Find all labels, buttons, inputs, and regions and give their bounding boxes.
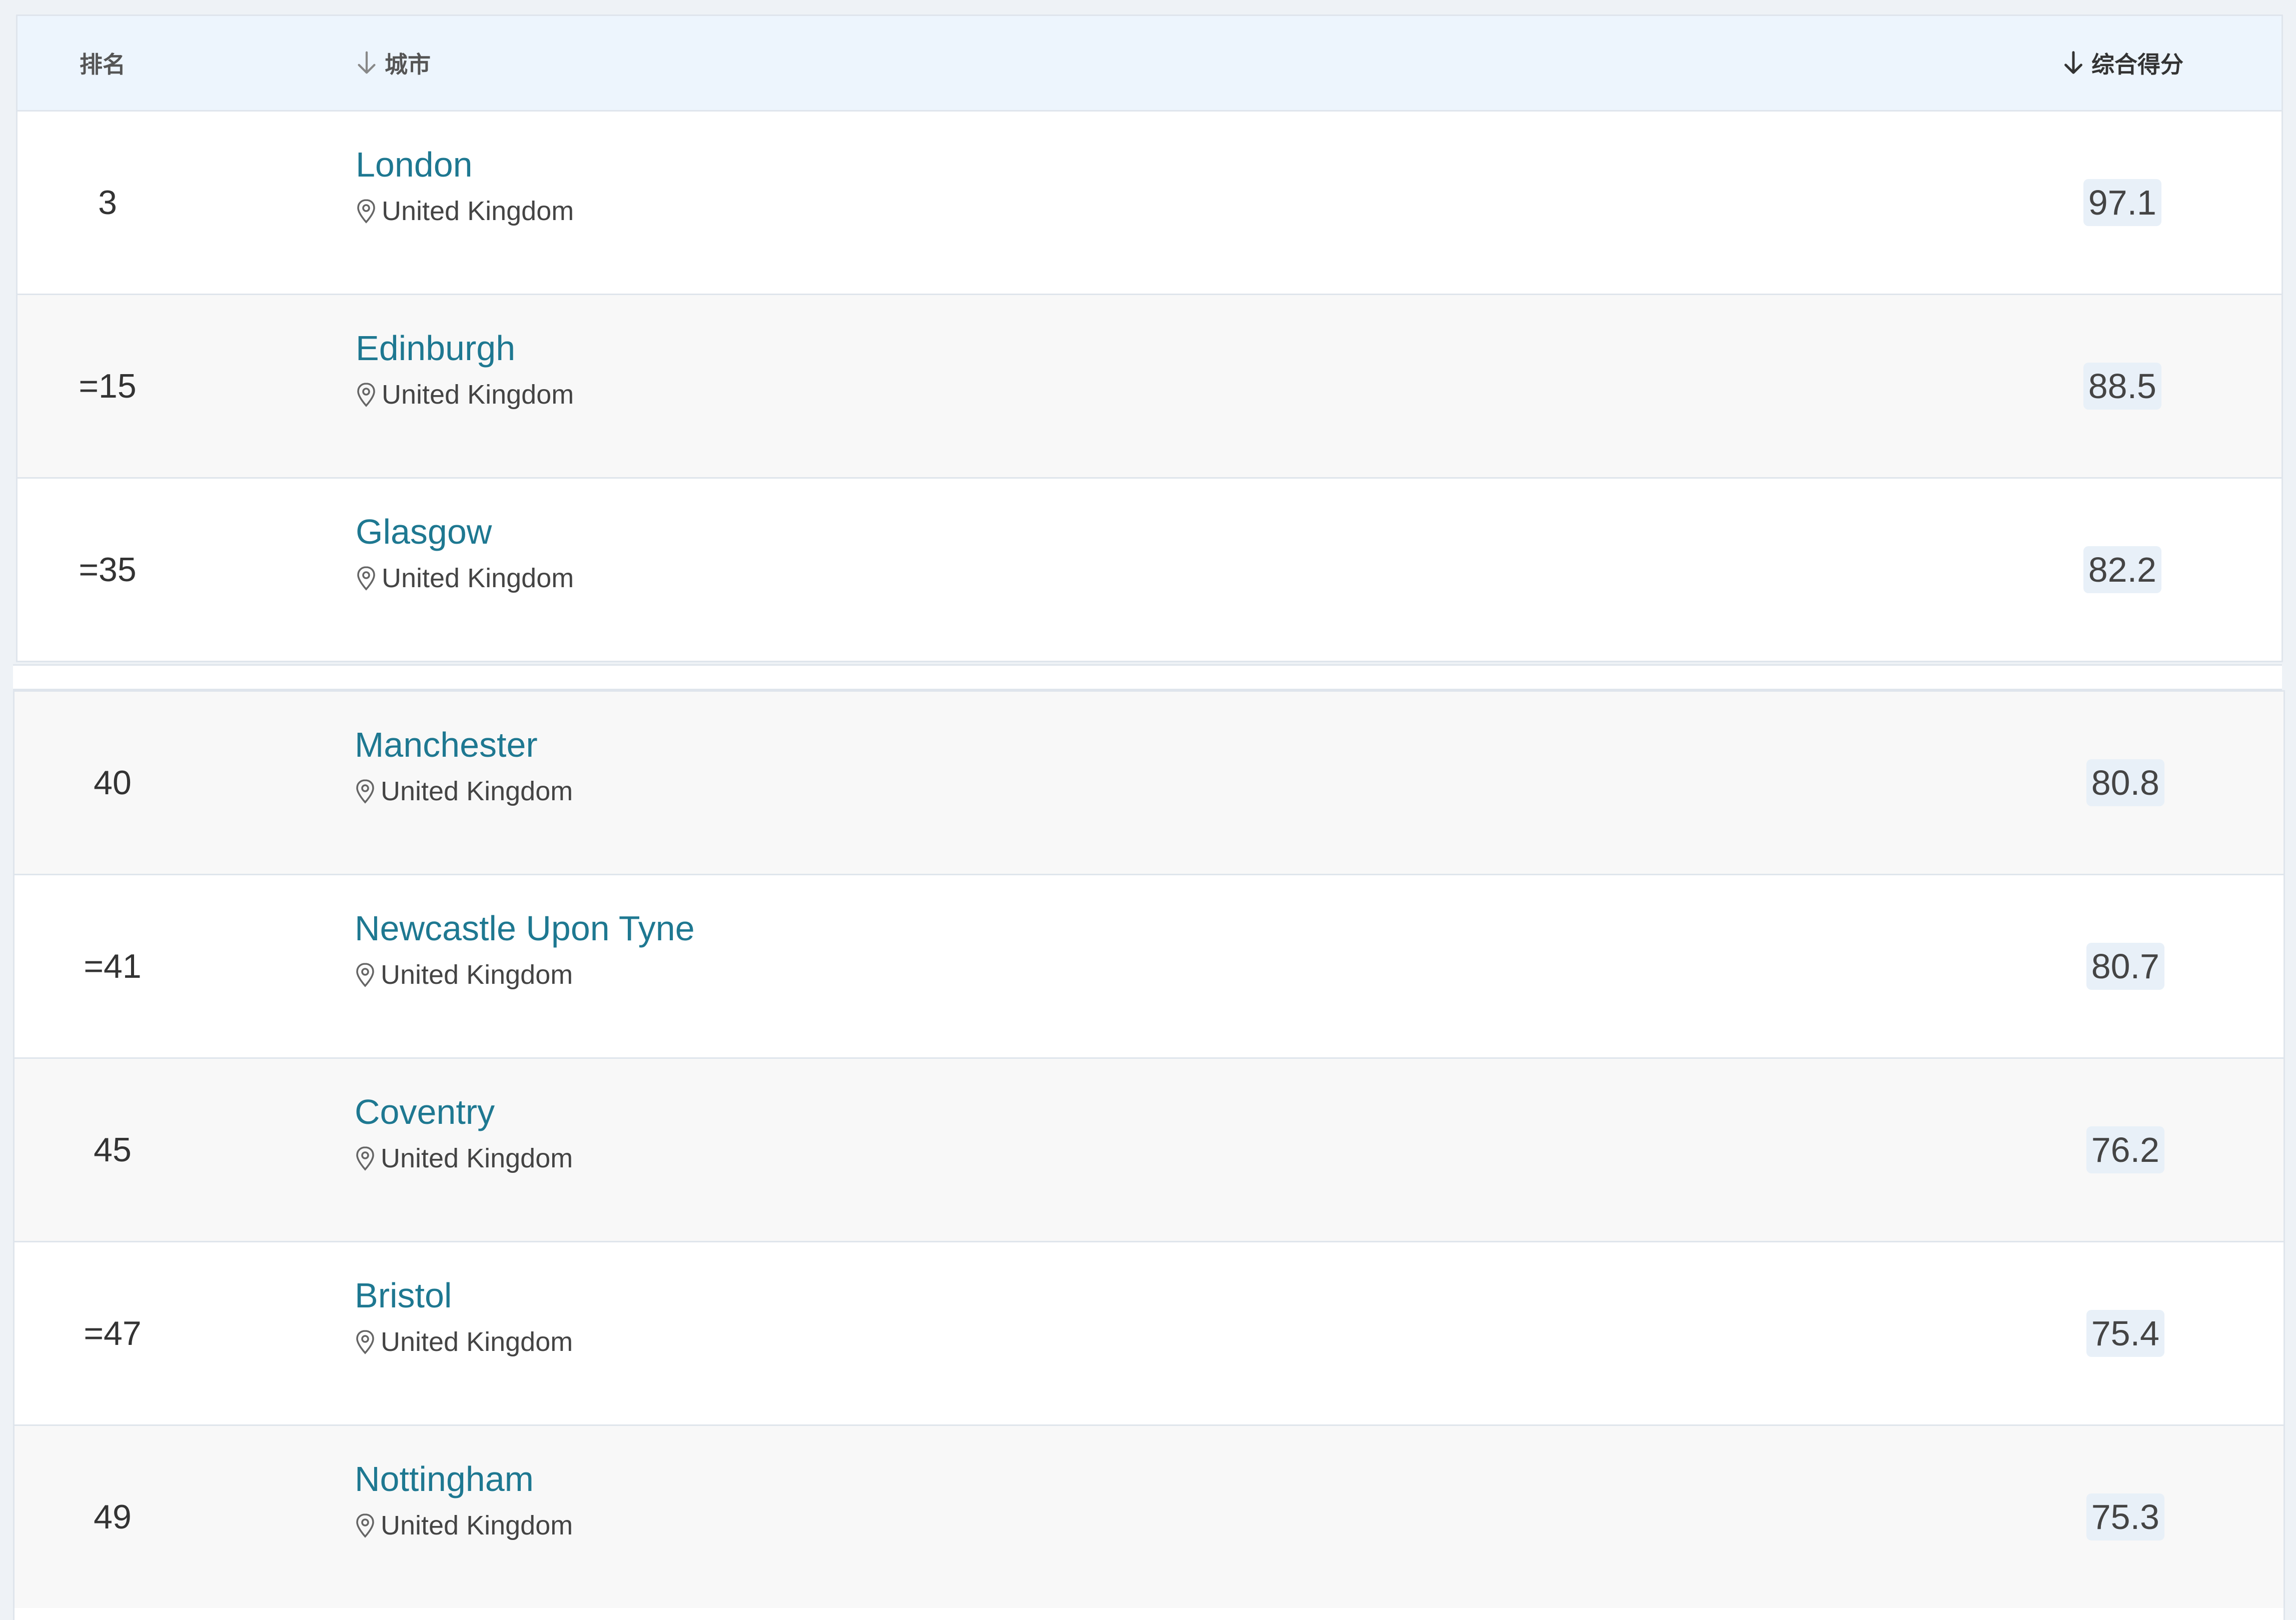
header-score-label: 综合得分 [2091, 52, 2183, 78]
country-label: United Kingdom [355, 1326, 573, 1357]
table-row: =41 Newcastle Upon Tyne United Kingdom 8… [15, 875, 2283, 1059]
country-name: United Kingdom [382, 563, 574, 593]
city-cell: Nottingham United Kingdom [355, 1458, 573, 1541]
score-badge: 76.2 [2086, 1126, 2164, 1173]
rank-value: 40 [94, 764, 132, 802]
score-badge: 80.7 [2086, 943, 2164, 990]
map-pin-icon [357, 199, 375, 224]
arrow-down-icon[interactable] [2062, 50, 2084, 77]
table-row: 3 London United Kingdom 97.1 [18, 112, 2281, 295]
rank-value: 3 [98, 184, 117, 222]
row-divider-band [13, 664, 2282, 690]
country-name: United Kingdom [381, 1510, 573, 1540]
score-badge: 82.2 [2083, 546, 2161, 593]
city-cell: Coventry United Kingdom [355, 1091, 573, 1174]
table-row: =47 Bristol United Kingdom 75.4 [15, 1242, 2283, 1426]
country-label: United Kingdom [355, 959, 695, 990]
country-label: United Kingdom [355, 1143, 573, 1174]
country-name: United Kingdom [382, 196, 574, 226]
rank-value: 49 [94, 1498, 132, 1536]
score-badge: 80.8 [2086, 759, 2164, 806]
map-pin-icon [356, 1146, 374, 1171]
map-pin-icon [357, 566, 375, 591]
city-link[interactable]: Coventry [355, 1091, 573, 1133]
country-label: United Kingdom [356, 379, 574, 410]
city-cell: Glasgow United Kingdom [356, 511, 574, 594]
ranking-table: 排名 城市 综合得分 3 London United Kingdom 97.1 … [16, 15, 2283, 662]
map-pin-icon [356, 779, 374, 804]
city-cell: London United Kingdom [356, 144, 574, 227]
table-row: 49 Nottingham United Kingdom 75.3 [15, 1426, 2283, 1608]
table-row: =35 Glasgow United Kingdom 82.2 [18, 479, 2281, 661]
table-row: 45 Coventry United Kingdom 76.2 [15, 1059, 2283, 1242]
city-link[interactable]: Glasgow [356, 511, 574, 553]
country-label: United Kingdom [355, 776, 573, 807]
rank-value: =41 [84, 947, 142, 985]
map-pin-icon [356, 1330, 374, 1354]
rank-value: =35 [79, 551, 137, 589]
header-rank[interactable]: 排名 [80, 47, 126, 80]
city-link[interactable]: London [356, 144, 574, 186]
rank-value: =15 [79, 367, 137, 405]
map-pin-icon [356, 963, 374, 987]
country-label: United Kingdom [356, 196, 574, 227]
table-body-top: 3 London United Kingdom 97.1 =15 Edinbur… [18, 112, 2281, 661]
rank-value: 45 [94, 1131, 132, 1169]
score-badge: 75.3 [2086, 1493, 2164, 1540]
table-body-bottom: 40 Manchester United Kingdom 80.8 =41 Ne… [15, 692, 2283, 1608]
city-link[interactable]: Nottingham [355, 1458, 573, 1500]
city-link[interactable]: Manchester [355, 724, 573, 766]
header-city[interactable]: 城市 [356, 47, 431, 80]
map-pin-icon [356, 1513, 374, 1538]
city-link[interactable]: Bristol [355, 1274, 573, 1316]
header-city-label: 城市 [385, 52, 431, 78]
ranking-table-continued: 40 Manchester United Kingdom 80.8 =41 Ne… [13, 690, 2285, 1620]
country-name: United Kingdom [381, 776, 573, 806]
city-link[interactable]: Edinburgh [356, 327, 574, 369]
city-cell: Manchester United Kingdom [355, 724, 573, 807]
city-link[interactable]: Newcastle Upon Tyne [355, 907, 695, 949]
table-row: =15 Edinburgh United Kingdom 88.5 [18, 295, 2281, 479]
score-badge: 97.1 [2083, 179, 2161, 226]
city-cell: Edinburgh United Kingdom [356, 327, 574, 410]
table-row: 40 Manchester United Kingdom 80.8 [15, 692, 2283, 875]
score-badge: 75.4 [2086, 1310, 2164, 1357]
score-badge: 88.5 [2083, 363, 2161, 410]
country-name: United Kingdom [382, 380, 574, 410]
country-label: United Kingdom [355, 1510, 573, 1541]
city-cell: Newcastle Upon Tyne United Kingdom [355, 907, 695, 990]
country-name: United Kingdom [381, 1143, 573, 1173]
country-name: United Kingdom [381, 960, 573, 990]
rank-value: =47 [84, 1314, 142, 1352]
arrow-down-icon[interactable] [356, 50, 378, 77]
table-header: 排名 城市 综合得分 [18, 16, 2281, 112]
country-name: United Kingdom [381, 1327, 573, 1357]
city-cell: Bristol United Kingdom [355, 1274, 573, 1357]
country-label: United Kingdom [356, 563, 574, 594]
header-score[interactable]: 综合得分 [2062, 47, 2183, 80]
map-pin-icon [357, 383, 375, 407]
